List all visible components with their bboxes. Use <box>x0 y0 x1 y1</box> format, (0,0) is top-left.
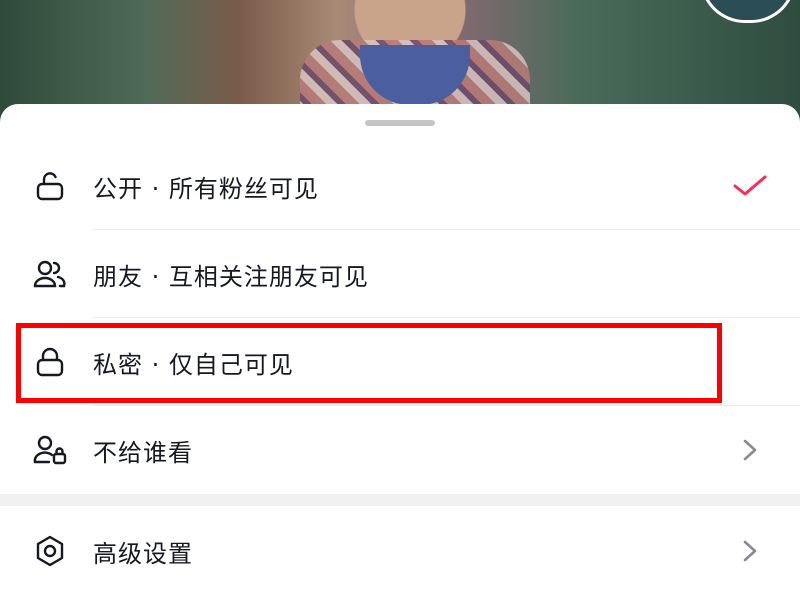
privacy-bottom-sheet: 公开 · 所有粉丝可见 朋友 · 互相关注朋友可见 私密 · 仅自己可见 不给谁… <box>0 104 800 600</box>
chevron-right-icon <box>730 430 770 470</box>
option-public[interactable]: 公开 · 所有粉丝可见 <box>0 142 800 230</box>
sheet-drag-handle[interactable] <box>365 120 435 126</box>
option-hide-from[interactable]: 不给谁看 <box>0 406 800 494</box>
option-friends-label: 朋友 · 互相关注朋友可见 <box>93 262 369 291</box>
chevron-right-icon <box>730 531 770 571</box>
option-private-label: 私密 · 仅自己可见 <box>93 350 294 379</box>
unlock-icon <box>32 168 68 204</box>
option-public-label: 公开 · 所有粉丝可见 <box>93 174 319 203</box>
avatar[interactable] <box>700 0 796 23</box>
advanced-settings-label: 高级设置 <box>93 539 193 568</box>
option-hide-from-label: 不给谁看 <box>93 438 193 467</box>
advanced-settings[interactable]: 高级设置 <box>0 507 800 595</box>
user-lock-icon <box>32 432 68 468</box>
section-gap <box>0 494 800 506</box>
friends-icon <box>32 256 68 292</box>
checkmark-icon <box>730 166 770 206</box>
lock-icon <box>32 344 68 380</box>
hexagon-settings-icon <box>32 533 68 569</box>
option-private[interactable]: 私密 · 仅自己可见 <box>0 318 800 406</box>
option-friends[interactable]: 朋友 · 互相关注朋友可见 <box>0 230 800 318</box>
